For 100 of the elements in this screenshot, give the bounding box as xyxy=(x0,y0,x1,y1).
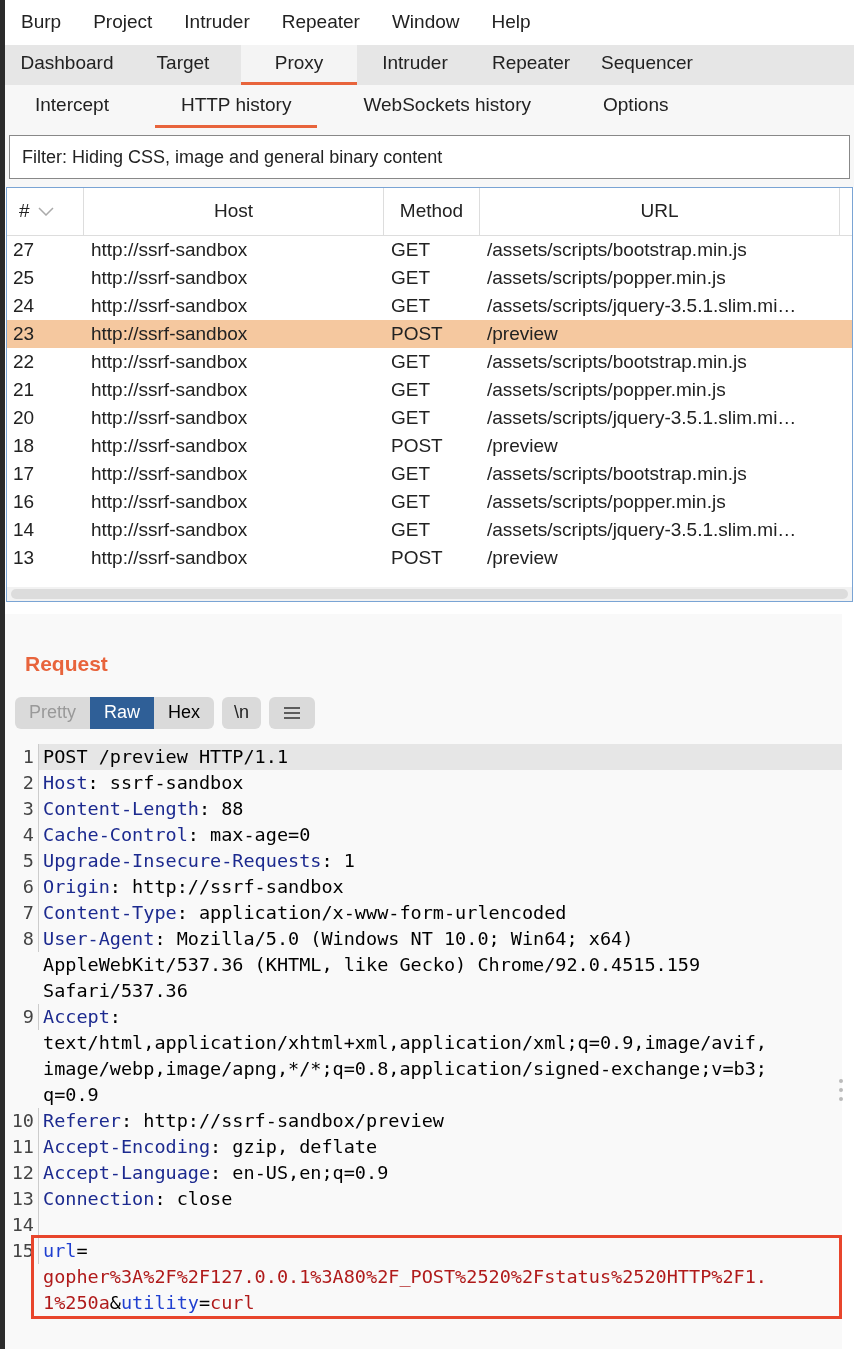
table-cell-text: 24 xyxy=(12,293,36,318)
column-header[interactable]: # xyxy=(7,188,84,235)
column-header[interactable]: Method xyxy=(384,188,480,235)
table-cell-text: 27 xyxy=(12,237,36,262)
view-toggle[interactable]: Raw xyxy=(90,696,155,729)
line-number: 3 xyxy=(5,795,39,822)
table-cell-text: /assets/scripts/bootstrap.min.js xyxy=(486,349,748,374)
table-row[interactable]: 25 http://ssrf-sandbox GET /assets/scripts/popper.min.js xyxy=(7,264,852,292)
column-header[interactable]: URL xyxy=(480,188,840,235)
line-number: 4 xyxy=(5,821,39,848)
view-toggle[interactable]: Hex xyxy=(154,696,215,729)
table-cell-text: http://ssrf-sandbox xyxy=(90,489,249,514)
tab[interactable]: Options xyxy=(577,85,695,128)
code-line: Cache-Control: max-age=0 xyxy=(43,822,311,847)
menu-item[interactable]: Intruder xyxy=(168,8,266,37)
table-cell-text: http://ssrf-sandbox xyxy=(90,517,249,542)
table-cell-text: http://ssrf-sandbox xyxy=(90,545,249,570)
table-cell-text: GET xyxy=(390,405,432,430)
table-cell-text: 20 xyxy=(12,405,36,430)
table-cell-text: GET xyxy=(390,265,432,290)
menu-button[interactable] xyxy=(269,696,316,729)
table-cell-text: /assets/scripts/jquery-3.5.1.slim.mi… xyxy=(486,405,798,430)
tab[interactable]: Proxy xyxy=(241,45,357,85)
table-row[interactable]: 14 http://ssrf-sandbox GET /assets/scripts/jquery-3.5.1.slim.mi… xyxy=(7,516,852,544)
table-cell-text: GET xyxy=(390,237,432,262)
table-cell-text: /preview xyxy=(486,545,559,570)
table-cell-text: http://ssrf-sandbox xyxy=(90,405,249,430)
sort-caret-icon xyxy=(37,207,54,216)
table-cell-text: GET xyxy=(390,489,432,514)
code-line: AppleWebKit/537.36 (KHTML, like Gecko) Chrome/92.0.4515.159 xyxy=(43,952,701,977)
menu-item[interactable]: Repeater xyxy=(265,8,376,37)
code-line: url= xyxy=(43,1238,88,1263)
line-number: 7 xyxy=(5,899,39,926)
drag-handle-icon xyxy=(838,1077,844,1102)
table-row[interactable]: 18 http://ssrf-sandbox POST /preview xyxy=(7,432,852,460)
line-number: 10 xyxy=(5,1107,39,1134)
table-cell-text: http://ssrf-sandbox xyxy=(90,321,249,346)
table-row[interactable]: 27 http://ssrf-sandbox GET /assets/scripts/bootstrap.min.js xyxy=(7,236,852,264)
code-line: Accept-Encoding: gzip, deflate xyxy=(43,1134,378,1159)
code-line: Accept: xyxy=(43,1004,121,1029)
table-cell-text: /assets/scripts/bootstrap.min.js xyxy=(486,461,748,486)
menu-item[interactable]: Project xyxy=(77,8,169,37)
table-cell-text: /preview xyxy=(486,321,559,346)
tab[interactable]: Sequencer xyxy=(589,45,705,85)
tab[interactable]: Intercept xyxy=(9,85,135,128)
table-cell-text: http://ssrf-sandbox xyxy=(90,349,249,374)
line-number: 9 xyxy=(5,1003,39,1030)
table-cell-text: http://ssrf-sandbox xyxy=(90,433,249,458)
table-cell-text: http://ssrf-sandbox xyxy=(90,237,249,262)
table-cell-text: 22 xyxy=(12,349,36,374)
table-row[interactable]: 16 http://ssrf-sandbox GET /assets/scripts/popper.min.js xyxy=(7,488,852,516)
table-cell-text: POST xyxy=(390,433,444,458)
table-cell-text: http://ssrf-sandbox xyxy=(90,293,249,318)
table-cell-text: GET xyxy=(390,349,432,374)
table-cell-text: 14 xyxy=(12,517,36,542)
column-header[interactable]: Host xyxy=(84,188,384,235)
table-row[interactable]: 20 http://ssrf-sandbox GET /assets/scripts/jquery-3.5.1.slim.mi… xyxy=(7,404,852,432)
code-line: gopher%3A%2F%2F127.0.0.1%3A80%2F_POST%2520%2Fstatus%2520HTTP%2F1. xyxy=(43,1264,767,1289)
line-number: 6 xyxy=(5,873,39,900)
newline-toggle[interactable]: \n xyxy=(222,696,262,729)
code-line: Connection: close xyxy=(43,1186,233,1211)
menu-item[interactable]: Help xyxy=(475,8,547,37)
code-line: Upgrade-Insecure-Requests: 1 xyxy=(43,848,355,873)
table-cell-text: GET xyxy=(390,517,432,542)
table-row[interactable]: 17 http://ssrf-sandbox GET /assets/scripts/bootstrap.min.js xyxy=(7,460,852,488)
table-row[interactable]: 22 http://ssrf-sandbox GET /assets/scripts/bootstrap.min.js xyxy=(7,348,852,376)
tab[interactable]: Target xyxy=(125,45,241,85)
table-cell-text: 13 xyxy=(12,545,36,570)
code-line: Referer: http://ssrf-sandbox/preview xyxy=(43,1108,444,1133)
tab[interactable]: WebSockets history xyxy=(337,85,557,128)
table-cell-text: /preview xyxy=(486,433,559,458)
tab[interactable]: Intruder xyxy=(357,45,473,85)
line-number: 2 xyxy=(5,769,39,796)
table-row[interactable]: 24 http://ssrf-sandbox GET /assets/scripts/jquery-3.5.1.slim.mi… xyxy=(7,292,852,320)
table-cell-text: GET xyxy=(390,461,432,486)
menu-item[interactable]: Window xyxy=(375,8,476,37)
table-cell-text: 18 xyxy=(12,433,36,458)
table-cell-text: 21 xyxy=(12,377,36,402)
code-line: User-Agent: Mozilla/5.0 (Windows NT 10.0; Win64; x64) xyxy=(43,926,634,951)
line-number: 12 xyxy=(5,1159,39,1186)
table-row[interactable]: 23 http://ssrf-sandbox POST /preview xyxy=(7,320,852,348)
code-line: text/html,application/xhtml+xml,application/xml;q=0.9,image/avif, xyxy=(43,1030,767,1055)
code-line: Accept-Language: en-US,en;q=0.9 xyxy=(43,1160,389,1185)
menu-item[interactable]: Burp xyxy=(5,8,78,37)
line-number: 8 xyxy=(5,925,39,952)
table-cell-text: /assets/scripts/bootstrap.min.js xyxy=(486,237,748,262)
code-line: Content-Type: application/x-www-form-urlencoded xyxy=(43,900,567,925)
table-cell-text: /assets/scripts/jquery-3.5.1.slim.mi… xyxy=(486,293,798,318)
tab[interactable]: Repeater xyxy=(473,45,589,85)
filter-bar[interactable]: Filter: Hiding CSS, image and general binary content xyxy=(9,135,850,179)
menu-icon xyxy=(284,706,301,719)
table-cell-text: POST xyxy=(390,321,444,346)
table-cell-text: 16 xyxy=(12,489,36,514)
table-cell-text: /assets/scripts/jquery-3.5.1.slim.mi… xyxy=(486,517,798,542)
code-line: 1%250a&utility=curl xyxy=(43,1290,255,1315)
code-line: Origin: http://ssrf-sandbox xyxy=(43,874,344,899)
table-row[interactable]: 13 http://ssrf-sandbox POST /preview xyxy=(7,544,852,572)
tab[interactable]: Dashboard xyxy=(9,45,125,85)
table-row[interactable]: 21 http://ssrf-sandbox GET /assets/scripts/popper.min.js xyxy=(7,376,852,404)
code-line: POST /preview HTTP/1.1 xyxy=(43,744,289,769)
